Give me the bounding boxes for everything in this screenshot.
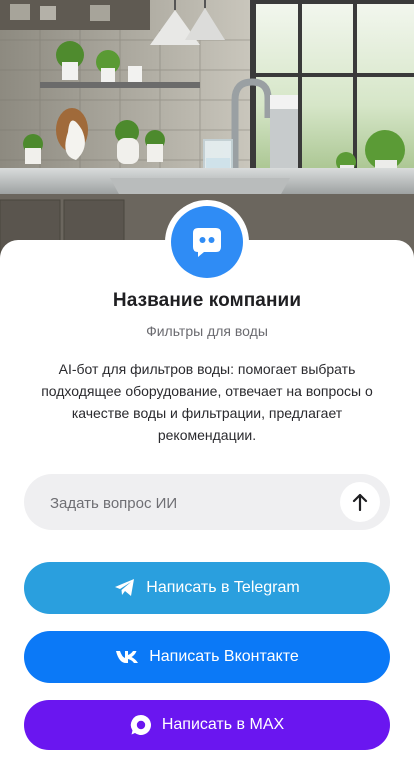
telegram-icon xyxy=(114,578,136,598)
company-name: Название компании xyxy=(112,290,302,311)
ask-ai-input[interactable] xyxy=(48,474,342,532)
avatar-circle xyxy=(171,206,243,278)
company-subtitle: Фильтры для воды xyxy=(146,323,268,339)
max-icon xyxy=(130,714,152,736)
max-button-label: Написать в MAX xyxy=(161,716,285,733)
telegram-button[interactable]: Написать в Telegram xyxy=(24,562,390,614)
telegram-button-label: Написать в Telegram xyxy=(146,579,300,596)
ask-ai-field[interactable] xyxy=(24,474,390,532)
company-avatar xyxy=(165,200,249,284)
vk-button-label: Написать Вконтакте xyxy=(149,648,299,665)
vk-icon xyxy=(115,650,139,664)
chat-bot-icon xyxy=(193,228,221,257)
vk-button[interactable]: Написать Вконтакте xyxy=(24,631,390,683)
send-button[interactable] xyxy=(340,482,380,522)
max-button[interactable]: Написать в MAX xyxy=(24,700,390,750)
arrow-up-icon xyxy=(352,493,368,511)
company-description: AI-бот для фильтров воды: помогает выбра… xyxy=(41,361,373,443)
